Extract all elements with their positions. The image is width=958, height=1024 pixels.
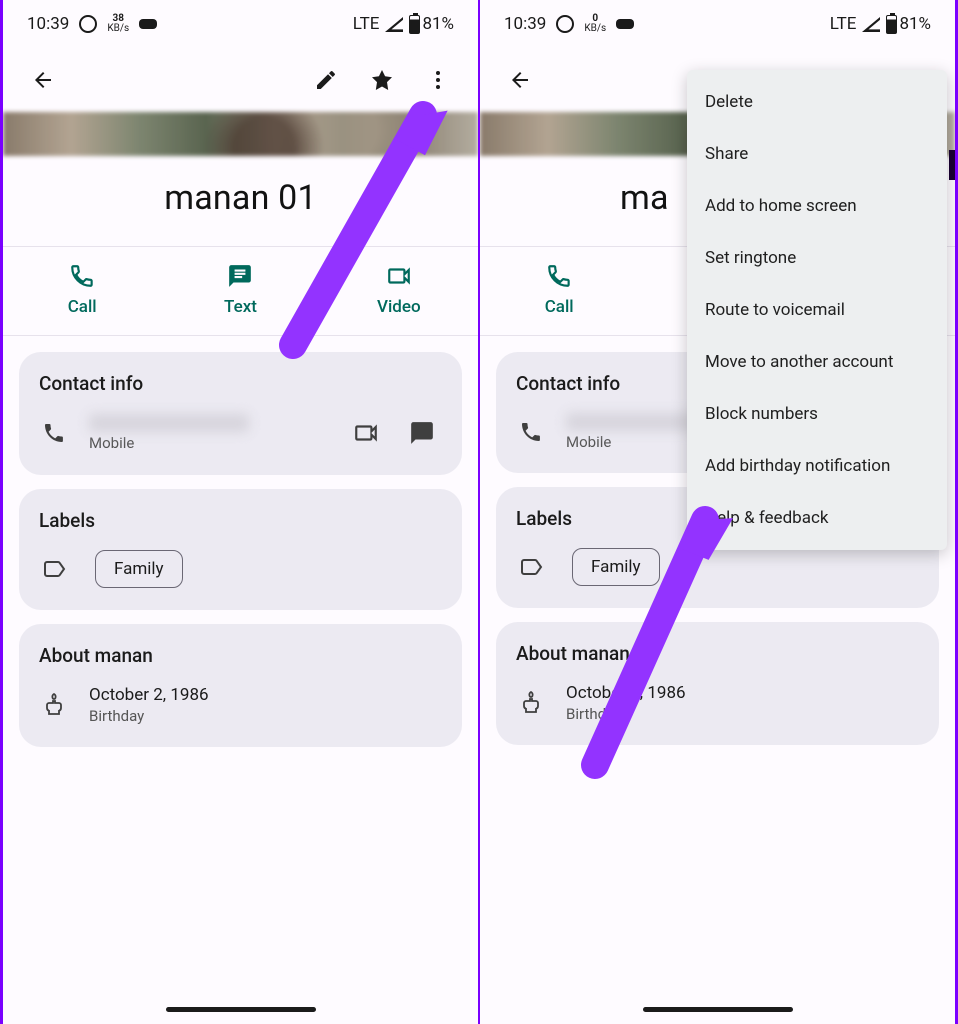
video-icon [353,420,379,446]
status-pill-icon [616,19,634,29]
battery-icon: 81% [886,14,931,34]
phone-number-redacted [566,413,696,431]
video-icon [386,263,412,289]
arrow-back-icon [508,68,532,92]
status-netrate: 38KB/s [107,14,129,34]
about-title: About manan [39,644,442,667]
menu-share[interactable]: Share [687,128,947,180]
status-netrate: 0KB/s [584,14,606,34]
menu-ringtone[interactable]: Set ringtone [687,232,947,284]
status-bar: 10:39 38KB/s LTE 81% [3,0,478,48]
battery-icon: 81% [409,14,454,34]
label-icon [519,555,543,579]
label-chip-family[interactable]: Family [572,548,660,586]
phone-icon [42,421,66,445]
status-time: 10:39 [504,14,546,34]
cake-icon [519,691,543,715]
label-icon [42,557,66,581]
video-action[interactable]: Video [320,247,478,335]
labels-card: Labels Family [19,489,462,610]
menu-delete[interactable]: Delete [687,76,947,128]
message-icon [227,263,253,289]
call-action[interactable]: Call [3,247,161,335]
edge-accent [949,150,955,180]
phone-icon [546,263,572,289]
phone-icon [519,420,543,444]
menu-voicemail[interactable]: Route to voicemail [687,284,947,336]
cake-icon [42,693,66,717]
about-card: About manan October 2, 1986 Birthday [19,624,462,747]
menu-block[interactable]: Block numbers [687,388,947,440]
nav-bar-handle[interactable] [643,1007,793,1012]
contact-info-card: Contact info Mobile [19,352,462,475]
back-button[interactable] [496,56,544,104]
signal-icon [385,17,403,32]
star-button[interactable] [358,56,406,104]
menu-add-home[interactable]: Add to home screen [687,180,947,232]
about-title: About manan [516,642,919,665]
text-action[interactable]: Text [161,247,319,335]
pencil-icon [314,68,338,92]
edit-button[interactable] [302,56,350,104]
call-action[interactable]: Call [480,247,638,335]
video-call-button[interactable] [346,413,386,453]
phone-icon [69,263,95,289]
overflow-menu: Delete Share Add to home screen Set ring… [687,70,947,550]
arrow-back-icon [31,68,55,92]
phone-screenshot-1: 10:39 38KB/s LTE 81% [0,0,479,1024]
app-bar [3,48,478,112]
status-time: 10:39 [27,14,69,34]
menu-move-account[interactable]: Move to another account [687,336,947,388]
birthday-row[interactable]: October 2, 1986 Birthday [39,685,442,725]
contact-info-title: Contact info [39,372,442,395]
more-vert-icon [426,68,450,92]
contact-name: manan 01 [3,156,478,246]
message-button[interactable] [402,413,442,453]
label-chip-family[interactable]: Family [95,550,183,588]
message-icon [409,420,435,446]
about-card: About manan October 2, 1986 Birthday [496,622,939,745]
overflow-button[interactable] [414,56,462,104]
birthday-row[interactable]: October 2, 1986 Birthday [516,683,919,723]
nav-bar-handle[interactable] [166,1007,316,1012]
signal-icon [862,17,880,32]
status-signal-type: LTE [353,14,380,34]
status-pill-icon [139,19,157,29]
star-icon [370,68,394,92]
action-row: Call Text Video [3,246,478,336]
phone-row[interactable]: Mobile [39,413,442,453]
back-button[interactable] [19,56,67,104]
menu-birthday-notif[interactable]: Add birthday notification [687,440,947,492]
phone-number-redacted [89,414,249,432]
labels-title: Labels [39,509,442,532]
status-bar: 10:39 0KB/s LTE 81% [480,0,955,48]
menu-help[interactable]: Help & feedback [687,492,947,544]
assistant-icon [79,15,97,33]
phone-screenshot-2: 10:39 0KB/s LTE 81% ma Call [479,0,958,1024]
contact-photo-banner [3,112,478,156]
status-signal-type: LTE [830,14,857,34]
assistant-icon [556,15,574,33]
